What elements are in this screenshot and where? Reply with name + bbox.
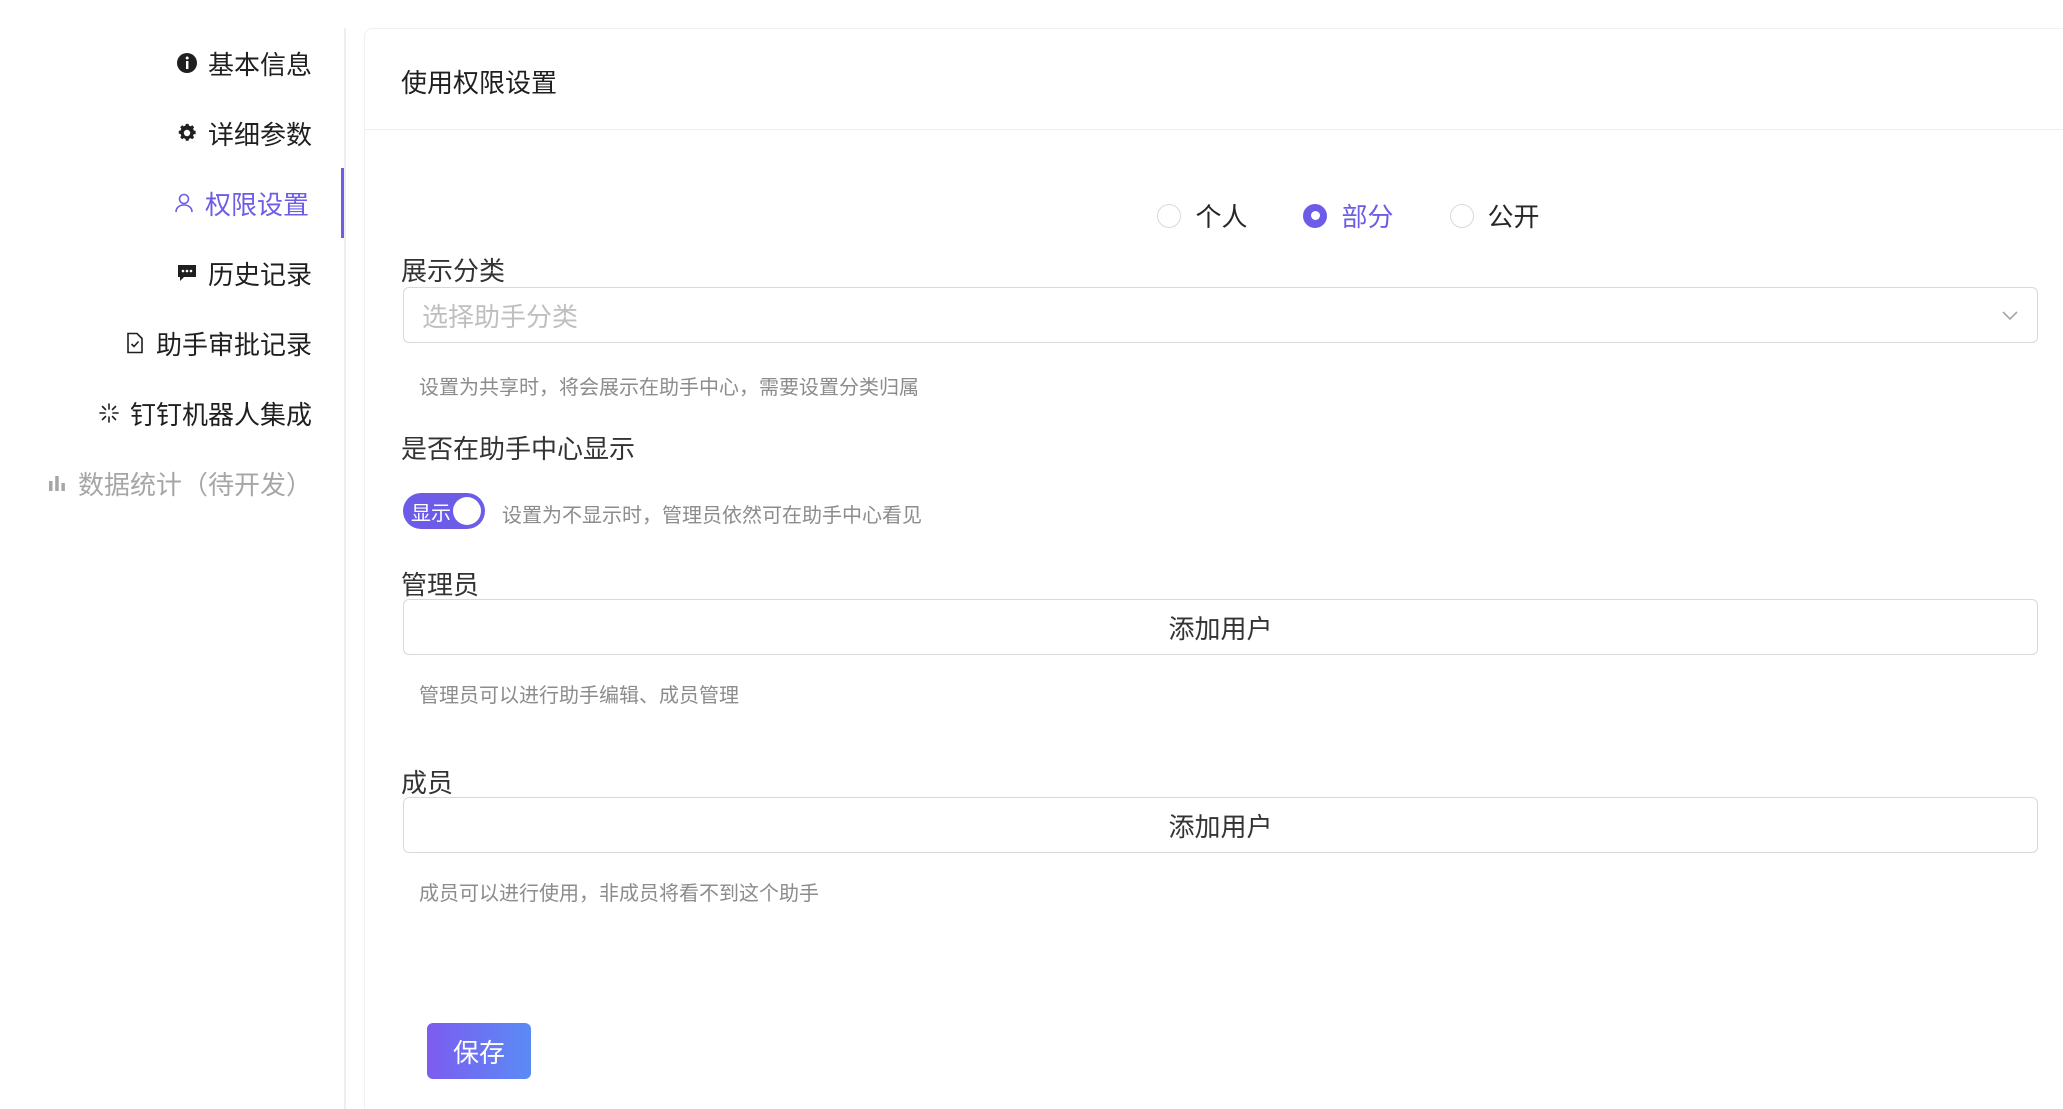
sidebar-item-label: 助手审批记录 (155, 330, 312, 361)
radio-partial[interactable]: 部分 (1303, 197, 1394, 234)
visibility-radio-group: 个人 部分 公开 (365, 197, 2063, 234)
category-label: 展示分类 (401, 257, 506, 287)
permission-settings-card: 使用权限设置 个人 部分 公开 展示分类 选择助手分类 设置为共享时，将会展示在… (364, 28, 2063, 1109)
sidebar-item-label: 基本信息 (207, 50, 312, 81)
gear-icon (174, 120, 200, 146)
sidebar: 基本信息 详细参数 权限设置 历史记录 助手审批记录 钉钉机器人集成 数据统计（… (0, 28, 346, 1109)
title-divider (365, 129, 2063, 130)
members-help: 成员可以进行使用，非成员将看不到这个助手 (419, 881, 819, 905)
sidebar-item-label: 详细参数 (207, 120, 312, 151)
show-in-center-help: 设置为不显示时，管理员依然可在助手中心看见 (502, 503, 922, 527)
sidebar-item-approval-records[interactable]: 助手审批记录 (0, 308, 344, 378)
radio-public[interactable]: 公开 (1449, 197, 1540, 234)
sidebar-item-history[interactable]: 历史记录 (0, 238, 344, 308)
radio-label: 公开 (1487, 203, 1540, 233)
radio-personal[interactable]: 个人 (1157, 197, 1247, 234)
radio-circle-icon (1157, 203, 1182, 228)
sidebar-item-label: 钉钉机器人集成 (129, 400, 312, 431)
sidebar-item-statistics: 数据统计（待开发） (0, 448, 344, 518)
sidebar-item-label: 历史记录 (207, 260, 312, 291)
chevron-down-icon (2002, 311, 2018, 321)
info-icon (174, 50, 200, 76)
switch-knob (453, 497, 481, 525)
message-icon (174, 260, 200, 286)
save-button[interactable]: 保存 (427, 1023, 531, 1079)
sidebar-item-permissions[interactable]: 权限设置 (0, 168, 344, 238)
sidebar-item-dingtalk-robot[interactable]: 钉钉机器人集成 (0, 378, 344, 448)
user-icon (171, 190, 197, 216)
add-admin-button[interactable]: 添加用户 (403, 599, 2038, 655)
file-check-icon (122, 330, 148, 356)
show-in-center-label: 是否在助手中心显示 (401, 435, 636, 465)
add-member-button[interactable]: 添加用户 (403, 797, 2038, 853)
admins-label: 管理员 (401, 571, 480, 601)
radio-label: 部分 (1341, 203, 1394, 233)
sidebar-item-label: 数据统计（待开发） (77, 470, 312, 501)
switch-text: 显示 (411, 500, 451, 525)
sidebar-item-basic-info[interactable]: 基本信息 (0, 28, 344, 98)
admins-help: 管理员可以进行助手编辑、成员管理 (419, 683, 739, 707)
category-select[interactable]: 选择助手分类 (403, 287, 2038, 343)
category-select-placeholder: 选择助手分类 (422, 302, 579, 333)
sparkle-icon (96, 400, 122, 426)
radio-circle-icon (1449, 203, 1474, 228)
bar-chart-icon (44, 470, 70, 496)
page-title: 使用权限设置 (401, 69, 558, 99)
category-help: 设置为共享时，将会展示在助手中心，需要设置分类归属 (419, 375, 919, 399)
radio-circle-icon (1303, 203, 1328, 228)
sidebar-item-label: 权限设置 (204, 190, 309, 221)
sidebar-item-detail-params[interactable]: 详细参数 (0, 98, 344, 168)
members-label: 成员 (401, 769, 454, 799)
show-in-center-switch[interactable]: 显示 (403, 493, 485, 529)
radio-label: 个人 (1195, 203, 1248, 233)
